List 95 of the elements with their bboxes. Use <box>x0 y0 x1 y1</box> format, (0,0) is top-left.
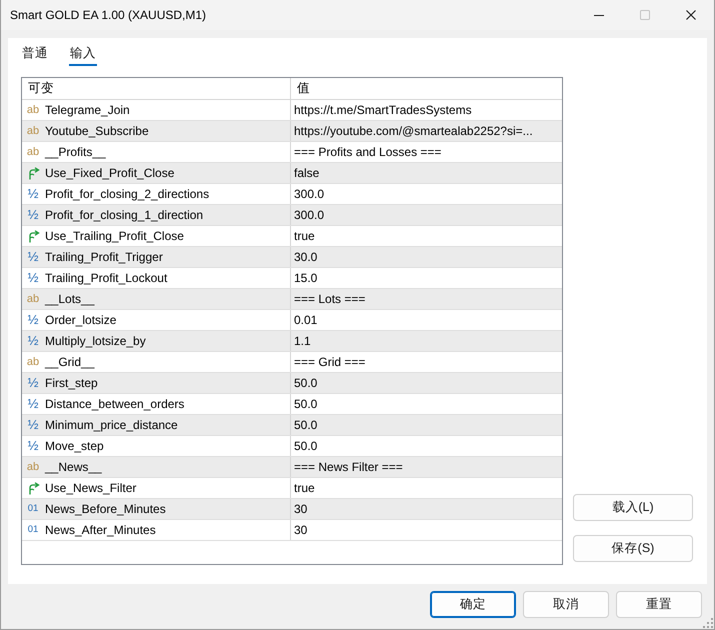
text-type-icon: ab <box>26 293 40 305</box>
table-row[interactable]: ½ Profit_for_closing_2_directions 300.0 <box>22 184 562 205</box>
parameter-name: __Profits__ <box>45 145 106 159</box>
parameter-name: Multiply_lotsize_by <box>45 334 146 348</box>
parameter-name: __Grid__ <box>45 355 94 369</box>
parameter-value[interactable]: true <box>294 229 315 243</box>
parameter-name: Use_News_Filter <box>45 481 136 495</box>
parameter-value[interactable]: 30.0 <box>294 250 318 264</box>
minimize-icon <box>594 14 604 16</box>
table-row[interactable]: ab __Grid__ === Grid === <box>22 352 562 373</box>
parameter-name: News_After_Minutes <box>45 523 156 537</box>
fraction-type-icon: ½ <box>28 398 38 410</box>
parameter-value[interactable]: 0.01 <box>294 313 318 327</box>
dialog-button[interactable]: 重置 <box>616 591 702 618</box>
close-icon <box>686 10 696 20</box>
integer-type-icon: 01 <box>28 503 38 515</box>
text-type-icon: ab <box>26 461 40 473</box>
table-row[interactable]: ½ Profit_for_closing_1_direction 300.0 <box>22 205 562 226</box>
parameter-name: Trailing_Profit_Trigger <box>45 250 163 264</box>
parameter-name: Minimum_price_distance <box>45 418 178 432</box>
parameter-value[interactable]: 30 <box>294 502 308 516</box>
parameter-value[interactable]: 50.0 <box>294 376 318 390</box>
text-type-icon: ab <box>26 125 40 137</box>
maximize-icon <box>640 10 650 20</box>
parameter-name: Profit_for_closing_2_directions <box>45 187 210 201</box>
tab[interactable]: 普通 <box>21 42 49 66</box>
table-row[interactable]: ½ Trailing_Profit_Trigger 30.0 <box>22 247 562 268</box>
table-row[interactable]: ab Youtube_Subscribe https://youtube.com/@smartealab2252?si=... <box>22 121 562 142</box>
table-row[interactable]: ½ First_step 50.0 <box>22 373 562 394</box>
window-title: Smart GOLD EA 1.00 (XAUUSD,M1) <box>9 8 208 22</box>
table-row[interactable]: Use_News_Filter true <box>22 478 562 499</box>
resize-grip-icon[interactable] <box>703 618 713 628</box>
table-row[interactable]: 01 News_Before_Minutes 30 <box>22 499 562 520</box>
dialog-button[interactable]: 确定 <box>430 591 516 618</box>
fraction-type-icon: ½ <box>28 188 38 200</box>
text-type-icon: ab <box>26 356 40 368</box>
parameter-value[interactable]: 300.0 <box>294 187 324 201</box>
fraction-type-icon: ½ <box>28 440 38 452</box>
text-type-icon: ab <box>26 104 40 116</box>
parameter-name: Profit_for_closing_1_direction <box>45 208 204 222</box>
fraction-type-icon: ½ <box>28 251 38 263</box>
parameter-value[interactable]: 50.0 <box>294 439 318 453</box>
table-row[interactable]: ab __Lots__ === Lots === <box>22 289 562 310</box>
parameter-name: Order_lotsize <box>45 313 116 327</box>
parameter-value[interactable]: === Profits and Losses === <box>294 145 442 159</box>
table-row[interactable]: ab Telegrame_Join https://t.me/SmartTradesSystems <box>22 100 562 121</box>
parameter-name: Use_Fixed_Profit_Close <box>45 166 174 180</box>
parameter-name: Telegrame_Join <box>45 103 130 117</box>
parameter-value[interactable]: 15.0 <box>294 271 318 285</box>
side-button[interactable]: 保存(S) <box>573 535 693 562</box>
parameter-value[interactable]: === Lots === <box>294 292 366 306</box>
column-header: 可变 <box>22 78 291 99</box>
table-row[interactable]: ½ Trailing_Profit_Lockout 15.0 <box>22 268 562 289</box>
fraction-type-icon: ½ <box>28 377 38 389</box>
tab[interactable]: 输入 <box>69 42 97 66</box>
table-row[interactable]: ½ Multiply_lotsize_by 1.1 <box>22 331 562 352</box>
table-row[interactable]: Use_Trailing_Profit_Close true <box>22 226 562 247</box>
integer-type-icon: 01 <box>28 524 38 536</box>
parameter-value[interactable]: false <box>294 166 320 180</box>
text-type-icon: ab <box>26 146 40 158</box>
parameter-value[interactable]: 1.1 <box>294 334 311 348</box>
parameter-value[interactable]: 50.0 <box>294 397 318 411</box>
table-row[interactable]: Use_Fixed_Profit_Close false <box>22 163 562 184</box>
parameter-value[interactable]: === News Filter === <box>294 460 403 474</box>
table-row[interactable]: ½ Move_step 50.0 <box>22 436 562 457</box>
parameter-name: __News__ <box>45 460 102 474</box>
parameter-value[interactable]: 30 <box>294 523 308 537</box>
parameter-value[interactable]: true <box>294 481 315 495</box>
parameter-value[interactable]: === Grid === <box>294 355 366 369</box>
table-row[interactable]: ½ Minimum_price_distance 50.0 <box>22 415 562 436</box>
parameter-value[interactable]: 50.0 <box>294 418 318 432</box>
fraction-type-icon: ½ <box>28 335 38 347</box>
fraction-type-icon: ½ <box>28 314 38 326</box>
fraction-type-icon: ½ <box>28 419 38 431</box>
dialog-button[interactable]: 取消 <box>523 591 609 618</box>
parameter-value[interactable]: https://t.me/SmartTradesSystems <box>294 103 472 117</box>
parameter-name: News_Before_Minutes <box>45 502 166 516</box>
table-row[interactable]: ½ Order_lotsize 0.01 <box>22 310 562 331</box>
parameter-name: __Lots__ <box>45 292 94 306</box>
parameter-name: Trailing_Profit_Lockout <box>45 271 168 285</box>
parameter-name: Youtube_Subscribe <box>45 124 149 138</box>
fraction-type-icon: ½ <box>28 209 38 221</box>
fraction-type-icon: ½ <box>28 272 38 284</box>
column-header: 值 <box>296 80 311 97</box>
parameter-name: Distance_between_orders <box>45 397 184 411</box>
side-button[interactable]: 载入(L) <box>573 494 693 521</box>
parameter-name: Move_step <box>45 439 104 453</box>
table-row[interactable]: ab __News__ === News Filter === <box>22 457 562 478</box>
parameter-name: First_step <box>45 376 98 390</box>
parameter-value[interactable]: 300.0 <box>294 208 324 222</box>
parameter-value[interactable]: https://youtube.com/@smartealab2252?si=... <box>294 124 533 138</box>
table-row[interactable]: ½ Distance_between_orders 50.0 <box>22 394 562 415</box>
parameter-name: Use_Trailing_Profit_Close <box>45 229 184 243</box>
table-row[interactable]: 01 News_After_Minutes 30 <box>22 520 562 541</box>
table-row[interactable]: ab __Profits__ === Profits and Losses === <box>22 142 562 163</box>
